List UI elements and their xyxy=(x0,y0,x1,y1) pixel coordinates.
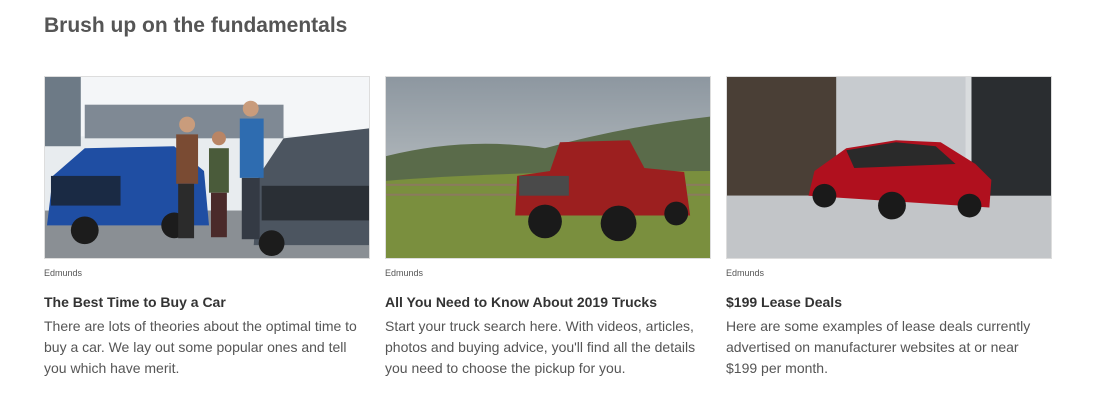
article-title[interactable]: The Best Time to Buy a Car xyxy=(44,294,370,310)
article-card-lease-deals[interactable]: Edmunds $199 Lease Deals Here are some e… xyxy=(726,76,1052,379)
article-image-sedan[interactable] xyxy=(726,76,1052,259)
article-image-dealership[interactable] xyxy=(44,76,370,259)
section-title: Brush up on the fundamentals xyxy=(44,14,348,37)
article-description: There are lots of theories about the opt… xyxy=(44,318,357,376)
article-title[interactable]: All You Need to Know About 2019 Trucks xyxy=(385,294,711,310)
article-card-best-time[interactable]: Edmunds The Best Time to Buy a Car There… xyxy=(44,76,370,379)
article-image-truck[interactable] xyxy=(385,76,711,259)
article-card-2019-trucks[interactable]: Edmunds All You Need to Know About 2019 … xyxy=(385,76,711,379)
article-source: Edmunds xyxy=(385,268,424,278)
article-title[interactable]: $199 Lease Deals xyxy=(726,294,1052,310)
article-description: Here are some examples of lease deals cu… xyxy=(726,318,1031,376)
article-source: Edmunds xyxy=(44,268,83,278)
article-description: Start your truck search here. With video… xyxy=(385,318,696,376)
article-source: Edmunds xyxy=(726,268,765,278)
